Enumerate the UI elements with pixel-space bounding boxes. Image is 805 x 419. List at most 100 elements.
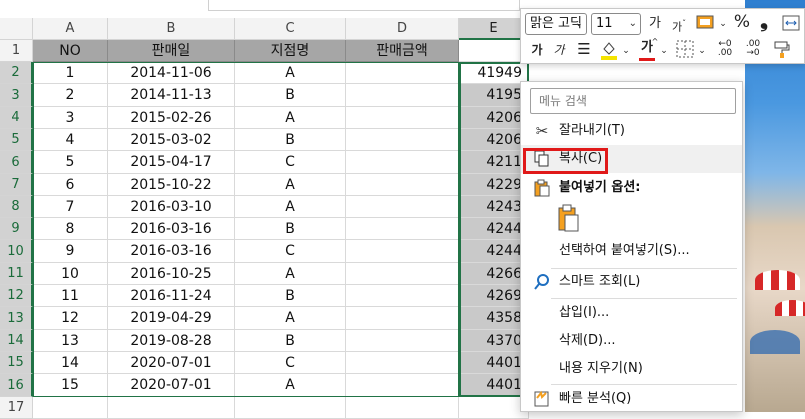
menu-item-clear-contents[interactable]: 내용 지우기(N) (521, 355, 742, 383)
cell-date[interactable]: 2016-11-24 (108, 285, 235, 307)
column-header-a[interactable]: A (33, 18, 108, 40)
column-header-c[interactable]: C (235, 18, 346, 40)
cell-branch[interactable]: C (235, 151, 346, 174)
row-header[interactable]: 9 (0, 218, 33, 240)
column-header-e[interactable]: E (459, 18, 529, 40)
cell-amount[interactable] (346, 352, 459, 374)
cell-e[interactable]: 4370 (459, 330, 529, 352)
format-painter-button[interactable] (771, 39, 793, 65)
column-header-b[interactable]: B (108, 18, 235, 40)
decrease-font-button[interactable]: 가ˇ (671, 15, 687, 37)
cell-amount[interactable] (346, 129, 459, 151)
row-header[interactable]: 13 (0, 307, 33, 330)
cell-e[interactable]: 4206 (459, 107, 529, 129)
cell-e[interactable]: 4266 (459, 263, 529, 285)
header-cell-branch[interactable]: 지점명 (235, 40, 346, 62)
cell-date[interactable]: 2016-10-25 (108, 263, 235, 285)
cell-amount[interactable] (346, 263, 459, 285)
cell-branch[interactable]: A (235, 374, 346, 397)
row-header[interactable]: 8 (0, 196, 33, 218)
paste-option-button[interactable] (553, 204, 583, 236)
font-color-button[interactable]: 가 (637, 39, 657, 61)
merge-center-button[interactable] (781, 15, 801, 37)
menu-item-paste-special[interactable]: 선택하여 붙여넣기(S)... (521, 237, 742, 265)
row-header[interactable]: 17 (0, 397, 33, 419)
cell-date[interactable]: 2015-03-02 (108, 129, 235, 151)
formula-bar[interactable] (208, 0, 520, 11)
row-header[interactable]: 4 (0, 107, 33, 129)
cell-date[interactable]: 2016-03-16 (108, 218, 235, 240)
cell-date[interactable]: 2019-08-28 (108, 330, 235, 352)
cell-branch[interactable]: A (235, 62, 346, 84)
cell-no[interactable]: 1 (33, 62, 108, 84)
row-header[interactable]: 16 (0, 374, 33, 397)
cell-date[interactable]: 2014-11-06 (108, 62, 235, 84)
cell-e[interactable]: 4195 (459, 84, 529, 107)
cell-e[interactable]: 4269 (459, 285, 529, 307)
cell-no[interactable]: 3 (33, 107, 108, 129)
cell-amount[interactable] (346, 107, 459, 129)
chevron-down-icon[interactable]: ⌄ (697, 42, 707, 60)
cell-date[interactable]: 2019-04-29 (108, 307, 235, 330)
header-cell-date[interactable]: 판매일 (108, 40, 235, 62)
cell-e[interactable]: 41949 (459, 62, 529, 84)
cell-branch[interactable]: B (235, 129, 346, 151)
cell-branch[interactable]: B (235, 218, 346, 240)
cell-no[interactable]: 13 (33, 330, 108, 352)
menu-item-smart-lookup[interactable]: 스마트 조회(L) (521, 268, 742, 296)
menu-search-input[interactable]: 메뉴 검색 (530, 88, 736, 114)
cell-amount[interactable] (346, 397, 459, 419)
menu-item-copy[interactable]: 복사(C) (521, 145, 742, 173)
row-header[interactable]: 7 (0, 174, 33, 196)
cell-branch[interactable]: B (235, 84, 346, 107)
cell-e[interactable]: 4206 (459, 129, 529, 151)
cell-e[interactable]: 4358 (459, 307, 529, 330)
fill-color-button[interactable] (599, 39, 619, 67)
cell-no[interactable]: 9 (33, 240, 108, 263)
cell-date[interactable]: 2020-07-01 (108, 352, 235, 374)
cell-amount[interactable] (346, 240, 459, 263)
cell-amount[interactable] (346, 307, 459, 330)
cell-amount[interactable] (346, 84, 459, 107)
cell-e[interactable]: 4401 (459, 374, 529, 397)
cell-no[interactable]: 2 (33, 84, 108, 107)
cell-amount[interactable] (346, 330, 459, 352)
cell-no[interactable]: 15 (33, 374, 108, 397)
cell-amount[interactable] (346, 151, 459, 174)
chevron-down-icon[interactable]: ⌄ (621, 42, 631, 60)
cell-date[interactable]: 2016-03-10 (108, 196, 235, 218)
row-header[interactable]: 10 (0, 240, 33, 263)
cell-amount[interactable] (346, 62, 459, 84)
row-header[interactable]: 6 (0, 151, 33, 174)
cell-no[interactable]: 8 (33, 218, 108, 240)
cell-amount[interactable] (346, 285, 459, 307)
cell-no[interactable] (33, 397, 108, 419)
cell-no[interactable]: 10 (33, 263, 108, 285)
cell-date[interactable]: 2015-10-22 (108, 174, 235, 196)
row-header[interactable]: 3 (0, 84, 33, 107)
cell-branch[interactable]: A (235, 196, 346, 218)
cell-date[interactable]: 2015-02-26 (108, 107, 235, 129)
cell-no[interactable]: 11 (33, 285, 108, 307)
row-header[interactable]: 12 (0, 285, 33, 307)
cell-amount[interactable] (346, 196, 459, 218)
menu-item-cut[interactable]: ✂ 잘라내기(T) (521, 117, 742, 145)
align-center-button[interactable]: ☰ (575, 40, 593, 58)
cell-branch[interactable] (235, 397, 346, 419)
chevron-down-icon[interactable]: ⌄ (718, 15, 728, 33)
cell-no[interactable]: 12 (33, 307, 108, 330)
cell-date[interactable]: 2020-07-01 (108, 374, 235, 397)
cell-branch[interactable]: A (235, 263, 346, 285)
cell-branch[interactable]: A (235, 174, 346, 196)
row-header[interactable]: 1 (0, 40, 33, 62)
cell-e[interactable]: 4244 (459, 240, 529, 263)
header-cell-no[interactable]: NO (33, 40, 108, 62)
header-cell-e[interactable] (459, 40, 529, 62)
menu-item-quick-analysis[interactable]: 빠른 분석(Q) (521, 385, 742, 413)
row-header[interactable]: 14 (0, 330, 33, 352)
column-header-d[interactable]: D (346, 18, 459, 40)
select-all-corner[interactable] (0, 18, 33, 40)
cell-date[interactable]: 2014-11-13 (108, 84, 235, 107)
row-header[interactable]: 11 (0, 263, 33, 285)
cell-branch[interactable]: B (235, 330, 346, 352)
